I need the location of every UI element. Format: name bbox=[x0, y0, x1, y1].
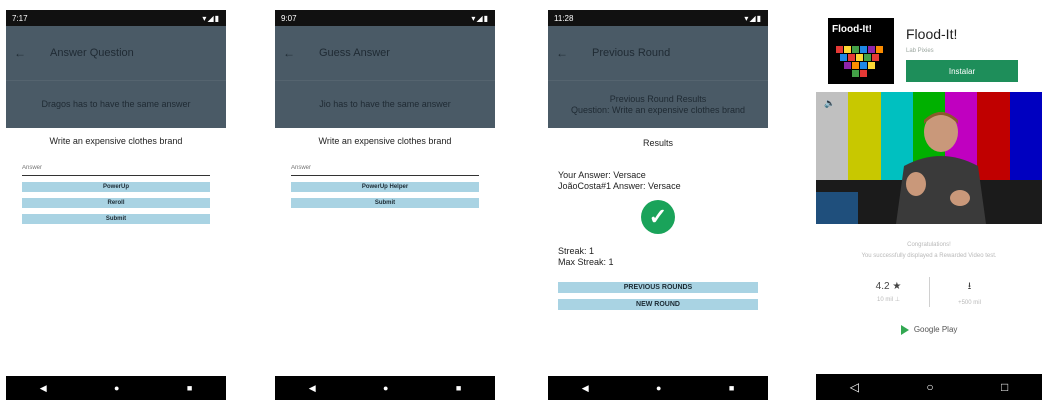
back-arrow-icon[interactable]: ← bbox=[283, 46, 305, 60]
app-icon-text: Flood-It! bbox=[832, 24, 872, 35]
screen-answer-question: 7:17 ▾◢▮ ← Answer Question Dragos has to… bbox=[6, 10, 226, 400]
ad-header: Flood-It! Flood-It! Lab Pixies Instalar bbox=[816, 10, 1042, 84]
new-round-button[interactable]: NEW ROUND bbox=[558, 299, 758, 310]
nav-home-icon[interactable]: ○ bbox=[926, 380, 933, 394]
downloads-stat: ⭳ +500 mil bbox=[930, 279, 1010, 306]
nav-recent-icon[interactable]: ■ bbox=[456, 383, 461, 393]
signal-icon: ▾◢▮ bbox=[471, 13, 489, 23]
check-circle-icon: ✓ bbox=[641, 200, 675, 234]
answer-field-wrap bbox=[22, 156, 210, 176]
rating-count: 10 mil ⊥ bbox=[877, 297, 900, 303]
back-arrow-icon[interactable]: ← bbox=[14, 46, 36, 60]
app-icon[interactable]: Flood-It! bbox=[828, 18, 894, 84]
ad-app-name: Flood-It! bbox=[906, 26, 958, 42]
your-answer: Your Answer: Versace bbox=[558, 170, 646, 180]
results-heading: Results bbox=[642, 138, 673, 148]
info-banner: Previous Round Results Question: Write a… bbox=[548, 80, 768, 128]
page-title: Guess Answer bbox=[319, 47, 390, 59]
android-nav-bar: ◁ ○ □ bbox=[816, 374, 1042, 400]
banner-line-2: Question: Write an expensive clothes bra… bbox=[571, 104, 745, 115]
rating-value: 4.2 ★ bbox=[875, 281, 902, 292]
app-bar: ← Previous Round bbox=[548, 26, 768, 80]
previous-rounds-button[interactable]: PREVIOUS ROUNDS bbox=[558, 282, 758, 293]
status-bar: 11:28 ▾◢▮ bbox=[548, 10, 768, 26]
screen-previous-round: 11:28 ▾◢▮ ← Previous Round Previous Roun… bbox=[548, 10, 768, 400]
ad-congrats-sub: You successfully displayed a Rewarded Vi… bbox=[861, 253, 997, 259]
nav-back-icon[interactable]: ◁ bbox=[850, 380, 859, 394]
ad-stats: 4.2 ★ 10 mil ⊥ ⭳ +500 mil bbox=[816, 277, 1042, 307]
back-arrow-icon[interactable]: ← bbox=[556, 46, 578, 60]
max-streak-value: Max Streak: 1 bbox=[558, 257, 614, 267]
answers-block: Your Answer: Versace JoãoCosta#1 Answer:… bbox=[558, 170, 768, 192]
question-text: Write an expensive clothes brand bbox=[49, 136, 183, 146]
reroll-button[interactable]: Reroll bbox=[22, 198, 210, 208]
rewarded-video-ad: Flood-It! Flood-It! Lab Pixies Instalar bbox=[816, 10, 1042, 400]
submit-button[interactable]: Submit bbox=[22, 214, 210, 224]
ad-info: Flood-It! Lab Pixies Instalar bbox=[906, 18, 1018, 84]
nav-home-icon[interactable]: ● bbox=[656, 383, 661, 393]
install-button[interactable]: Instalar bbox=[906, 60, 1018, 82]
android-nav-bar: ◀ ● ■ bbox=[275, 376, 495, 400]
banner-line-1: Previous Round Results bbox=[609, 93, 707, 104]
screen-guess-answer: 9:07 ▾◢▮ ← Guess Answer Jio has to have … bbox=[275, 10, 495, 400]
page-title: Answer Question bbox=[50, 47, 134, 59]
downloads-count: +500 mil bbox=[958, 299, 981, 306]
page-title: Previous Round bbox=[592, 47, 671, 59]
answer-input[interactable] bbox=[22, 165, 210, 171]
status-time: 9:07 bbox=[281, 13, 297, 23]
submit-button[interactable]: Submit bbox=[291, 198, 479, 208]
nav-back-icon[interactable]: ◀ bbox=[40, 383, 47, 394]
powerup-helper-button[interactable]: PowerUp Helper bbox=[291, 182, 479, 192]
android-nav-bar: ◀ ● ■ bbox=[6, 376, 226, 400]
nav-recent-icon[interactable]: ■ bbox=[187, 383, 192, 393]
nav-home-icon[interactable]: ● bbox=[114, 383, 119, 393]
ad-developer: Lab Pixies bbox=[906, 48, 934, 54]
streak-value: Streak: 1 bbox=[558, 246, 595, 256]
app-bar: ← Answer Question bbox=[6, 26, 226, 80]
streak-block: Streak: 1 Max Streak: 1 bbox=[558, 246, 768, 268]
google-play-icon bbox=[900, 325, 909, 335]
nav-home-icon[interactable]: ● bbox=[383, 383, 388, 393]
status-time: 11:28 bbox=[554, 13, 574, 23]
info-banner: Dragos has to have the same answer bbox=[6, 80, 226, 128]
nav-recent-icon[interactable]: ■ bbox=[729, 383, 734, 393]
presenter-image bbox=[896, 112, 986, 224]
rating-stat: 4.2 ★ 10 mil ⊥ bbox=[849, 281, 929, 303]
ad-video[interactable]: 🔈 bbox=[816, 92, 1042, 224]
status-bar: 9:07 ▾◢▮ bbox=[275, 10, 495, 26]
download-icon: ⭳ bbox=[967, 280, 972, 292]
google-play-badge[interactable]: Google Play bbox=[816, 325, 1042, 335]
answer-input[interactable] bbox=[291, 165, 479, 171]
question-text: Write an expensive clothes brand bbox=[318, 136, 452, 146]
nav-back-icon[interactable]: ◀ bbox=[582, 383, 589, 394]
banner-text: Jio has to have the same answer bbox=[319, 99, 451, 109]
status-bar: 7:17 ▾◢▮ bbox=[6, 10, 226, 26]
info-banner: Jio has to have the same answer bbox=[275, 80, 495, 128]
nav-recent-icon[interactable]: □ bbox=[1001, 380, 1008, 394]
google-play-label: Google Play bbox=[913, 325, 958, 335]
nav-back-icon[interactable]: ◀ bbox=[309, 383, 316, 394]
status-time: 7:17 bbox=[12, 13, 28, 23]
ad-congrats: Congratulations! bbox=[907, 242, 951, 248]
app-bar: ← Guess Answer bbox=[275, 26, 495, 80]
other-answer: JoãoCosta#1 Answer: Versace bbox=[558, 181, 681, 191]
signal-icon: ▾◢▮ bbox=[202, 13, 220, 23]
powerup-button[interactable]: PowerUp bbox=[22, 182, 210, 192]
signal-icon: ▾◢▮ bbox=[744, 13, 762, 23]
android-nav-bar: ◀ ● ■ bbox=[548, 376, 768, 400]
speaker-icon[interactable]: 🔈 bbox=[824, 98, 835, 109]
banner-text: Dragos has to have the same answer bbox=[41, 99, 191, 109]
answer-field-wrap bbox=[291, 156, 479, 176]
